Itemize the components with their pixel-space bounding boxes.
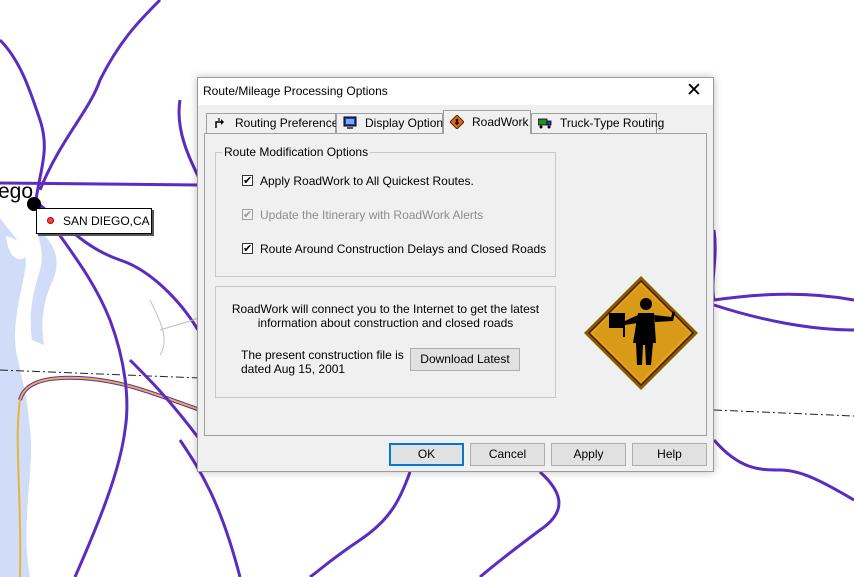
checkbox-label: Route Around Construction Delays and Clo… [260, 242, 547, 256]
file-info-line: The present construction file is [241, 348, 404, 362]
tab-display-options[interactable]: Display Options [336, 113, 449, 133]
routing-arrow-icon [215, 118, 224, 128]
close-icon[interactable]: ✕ [681, 80, 707, 102]
checkbox-label: Update the Itinerary with RoadWork Alert… [260, 208, 484, 222]
tab-routing-preferences[interactable]: Routing Preferences [206, 113, 344, 133]
water-area [0, 218, 32, 577]
boundary-line [713, 409, 854, 417]
roadwork-info-group: RoadWork will connect you to the Interne… [215, 286, 556, 398]
road [713, 303, 854, 332]
checkbox-box [242, 207, 253, 223]
roadwork-tab-panel: Route Modification Options Apply RoadWor… [204, 133, 707, 436]
file-info-line: dated Aug 15, 2001 [241, 362, 346, 376]
water-bay [30, 230, 57, 345]
boundary-line [0, 369, 201, 379]
apply-button[interactable]: Apply [551, 443, 626, 466]
checkbox-label: Apply RoadWork to All Quickest Routes. [260, 174, 474, 188]
location-label-text: SAN DIEGO,CA [63, 214, 150, 228]
minor-road [149, 299, 165, 356]
ok-button[interactable]: OK [389, 443, 464, 466]
road [0, 38, 46, 201]
truck-icon [538, 118, 552, 129]
tab-label: RoadWork [472, 115, 529, 129]
help-button[interactable]: Help [632, 443, 707, 466]
route-modification-group: Route Modification Options Apply RoadWor… [215, 145, 556, 277]
road [712, 439, 854, 502]
tab-label: Truck-Type Routing [560, 116, 665, 130]
road [479, 470, 561, 577]
cancel-button[interactable]: Cancel [470, 443, 545, 466]
monitor-icon [343, 116, 357, 129]
checkbox-box[interactable] [242, 173, 253, 189]
location-label-box[interactable]: SAN DIEGO,CA [36, 208, 152, 234]
dialog-title: Route/Mileage Processing Options [203, 84, 388, 98]
location-pin-icon [47, 217, 54, 224]
construction-file-text: The present construction file is dated A… [241, 348, 404, 376]
roadwork-sign-icon [450, 115, 464, 129]
tab-label: Routing Preferences [235, 116, 345, 130]
info-line: information about construction and close… [257, 316, 514, 330]
checkbox-box[interactable] [242, 241, 253, 257]
tab-label: Display Options [365, 116, 450, 130]
tab-roadwork[interactable]: RoadWork [443, 110, 531, 134]
road [713, 292, 854, 302]
group-legend: Route Modification Options [222, 145, 371, 159]
minor-road [159, 317, 199, 331]
route-options-dialog[interactable]: Route/Mileage Processing Options ✕ Routi… [197, 77, 714, 472]
road [38, 0, 162, 191]
info-line: RoadWork will connect you to the Interne… [231, 302, 540, 316]
flagman-construction-sign-icon [584, 276, 698, 390]
tab-truck-type-routing[interactable]: Truck-Type Routing [531, 113, 664, 133]
internet-info-text: RoadWork will connect you to the Interne… [216, 302, 555, 330]
road [309, 471, 412, 577]
dialog-titlebar[interactable]: Route/Mileage Processing Options ✕ [198, 78, 713, 105]
download-latest-button[interactable]: Download Latest [410, 348, 520, 371]
road [128, 358, 202, 441]
